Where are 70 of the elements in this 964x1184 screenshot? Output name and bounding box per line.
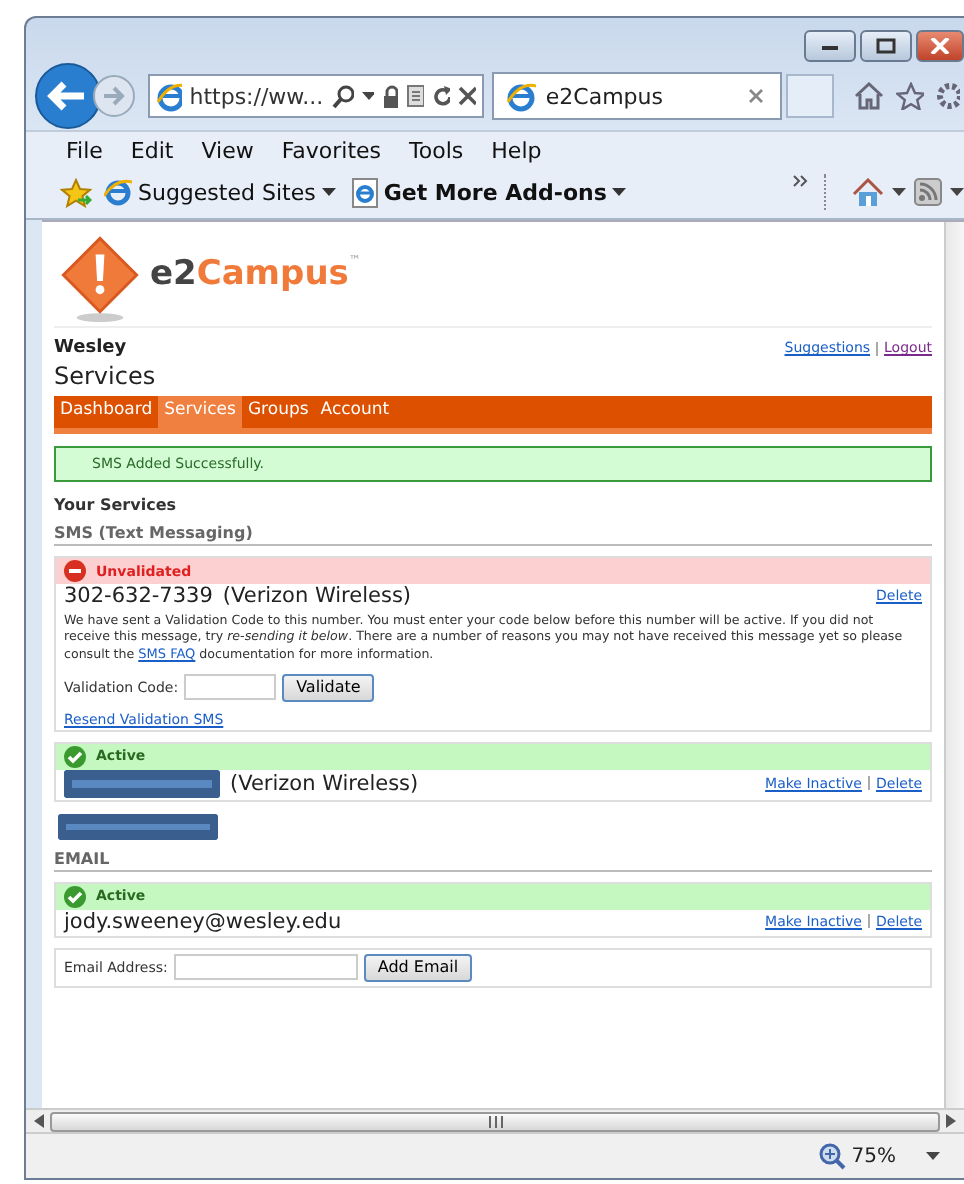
page-heading: Services <box>54 362 158 390</box>
grip-icon <box>487 1115 503 1127</box>
nav-tab[interactable]: Account <box>314 396 396 428</box>
carrier-name: (Verizon Wireless) <box>230 771 419 796</box>
scrollbar-thumb[interactable] <box>50 1111 940 1131</box>
caret-icon <box>321 187 336 197</box>
maximize-icon <box>876 38 896 54</box>
menu-item[interactable]: File <box>66 138 103 166</box>
chevron-icon[interactable] <box>792 174 808 188</box>
favorites-link[interactable]: Get More Add-ons <box>383 179 607 205</box>
stop-icon[interactable] <box>458 86 476 106</box>
star-icon[interactable] <box>895 82 925 110</box>
validation-code-field[interactable] <box>184 674 277 701</box>
check-icon <box>64 745 86 768</box>
favorites-star-icon[interactable] <box>60 177 92 207</box>
favorites-link[interactable]: Suggested Sites <box>138 179 316 205</box>
user-name: Wesley <box>54 338 127 358</box>
section-subtitle: EMAIL <box>54 849 932 872</box>
caret-icon[interactable] <box>361 91 374 101</box>
caret-icon[interactable] <box>892 187 906 197</box>
email-field[interactable] <box>173 954 358 981</box>
menu-item[interactable]: Help <box>491 138 542 166</box>
browser-logo-icon <box>505 81 536 111</box>
section-subtitle: SMS (Text Messaging) <box>54 524 932 546</box>
caret-icon <box>612 187 627 197</box>
document-icon[interactable] <box>406 84 424 108</box>
logo-wordmark: e2Campus$^{™}$ <box>150 254 361 294</box>
refresh-icon[interactable] <box>431 85 451 107</box>
carrier-name: (Verizon Wireless) <box>222 584 412 608</box>
minimize-button[interactable] <box>804 30 856 62</box>
browser-logo-icon <box>104 178 132 206</box>
back-button[interactable] <box>34 62 101 130</box>
caret-icon[interactable] <box>926 1151 940 1161</box>
add-email-button[interactable]: Add Email <box>363 953 473 982</box>
phone-number: 302-632-7339 <box>64 584 213 608</box>
section-title: Your Services <box>54 496 178 514</box>
forward-button[interactable] <box>92 74 136 118</box>
close-icon <box>930 38 950 54</box>
home-icon[interactable] <box>853 82 884 110</box>
lock-icon <box>381 84 399 108</box>
settings-icon[interactable] <box>936 82 960 110</box>
browser-tab[interactable]: e2Campus <box>491 72 783 120</box>
minimize-icon <box>820 40 840 52</box>
check-icon <box>64 885 86 908</box>
browser-logo-icon <box>155 81 182 111</box>
zoom-level[interactable]: 75% <box>851 1145 896 1167</box>
validate-button[interactable]: Validate <box>282 673 375 702</box>
close-icon[interactable] <box>748 88 765 104</box>
vertical-scrollbar[interactable] <box>944 222 964 1108</box>
tab-title: e2Campus <box>545 83 665 109</box>
page-icon <box>351 177 378 207</box>
search-icon[interactable] <box>331 83 354 109</box>
address-bar[interactable]: https://ww... <box>147 74 484 118</box>
stop-sign-icon <box>64 560 86 582</box>
email-address: jody.sweeney@wesley.edu <box>64 909 342 934</box>
menu-item[interactable]: View <box>201 138 254 166</box>
nav-tab[interactable]: Groups <box>241 396 315 428</box>
menu-item[interactable]: Edit <box>130 138 174 166</box>
scroll-left-arrow-icon[interactable] <box>34 1114 44 1128</box>
caret-icon[interactable] <box>950 187 964 197</box>
scroll-right-arrow-icon[interactable] <box>946 1114 956 1128</box>
zoom-icon[interactable] <box>817 1142 846 1170</box>
nav-tab[interactable]: Dashboard <box>54 396 159 428</box>
menu-item[interactable]: Tools <box>409 138 464 166</box>
address-text: https://ww... <box>189 83 324 109</box>
menu-item[interactable]: Favorites <box>281 138 382 166</box>
close-button[interactable] <box>916 30 964 62</box>
home-icon[interactable] <box>852 177 884 207</box>
maximize-button[interactable] <box>860 30 912 62</box>
horizontal-scrollbar[interactable] <box>26 1108 964 1132</box>
